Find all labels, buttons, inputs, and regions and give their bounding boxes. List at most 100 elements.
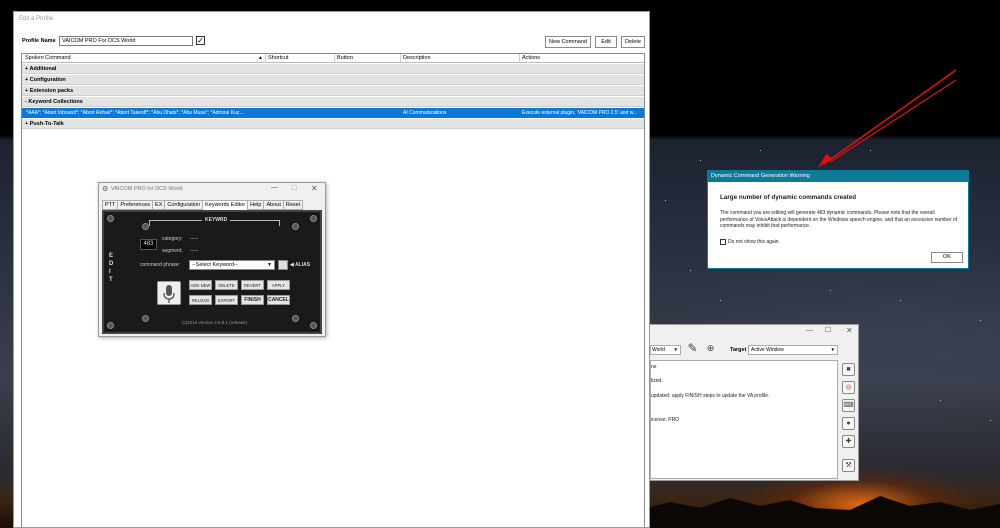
maximize-icon[interactable]: ☐ — [291, 184, 297, 192]
tab-ptt[interactable]: PTT — [102, 200, 119, 210]
new-command-button[interactable]: New Command — [545, 36, 591, 48]
log-panel: ne lized. updated: apply FINISH steps to… — [650, 360, 838, 479]
group-keyword-collections[interactable]: - Keyword Collections — [22, 97, 644, 107]
keyboard-icon[interactable]: ⌨ — [842, 399, 855, 412]
dialog-heading: Large number of dynamic commands created — [720, 194, 857, 201]
screw-icon — [310, 215, 317, 222]
group-push-to-talk[interactable]: + Push-To-Talk — [22, 119, 644, 129]
voiceattack-window: — ☐ ✕ World ▼ ✎ ⊕ Target Active Window ▼… — [649, 324, 859, 481]
profile-enabled-checkbox[interactable]: ✓ — [196, 36, 205, 45]
target-select[interactable]: Active Window ▼ — [748, 345, 838, 355]
keyword-select[interactable]: --Select Keyword-- ▼ — [189, 260, 275, 270]
dialog-title: Dynamic Command Generation Warning — [708, 171, 968, 182]
minimize-icon[interactable]: — — [806, 327, 813, 334]
delete-button[interactable]: Delete — [621, 36, 645, 48]
alias-label: ◀ ALIAS — [290, 262, 311, 268]
column-button[interactable]: Button — [337, 55, 353, 61]
mouse-icon[interactable]: ● — [842, 417, 855, 430]
keyword-header: KEYWRD — [202, 217, 231, 223]
screw-icon — [107, 322, 114, 329]
do-not-show-label: Do not show this again. — [728, 239, 780, 245]
screw-icon — [142, 223, 149, 230]
category-value: ----- — [190, 236, 199, 242]
target-label: Target — [730, 347, 747, 353]
vaicom-window: ⚙ VAICOM PRO for DCS World — ☐ ✕ PTT Pre… — [98, 182, 326, 337]
tab-configuration[interactable]: Configuration — [164, 200, 204, 210]
column-shortcut[interactable]: Shortcut — [268, 55, 288, 61]
chevron-down-icon: ▼ — [830, 347, 835, 352]
screw-icon — [292, 223, 299, 230]
group-extension-packs[interactable]: + Extension packs — [22, 86, 644, 96]
log-line: icense: PRO — [651, 417, 680, 423]
window-title: Edit a Profile — [19, 16, 54, 22]
dialog-message: The command you are editing will generat… — [720, 210, 958, 229]
profile-name-input[interactable]: VAICOM PRO For DCS World — [59, 36, 193, 46]
stop-icon[interactable]: ■ — [842, 363, 855, 376]
apply-button[interactable]: APPLY — [267, 280, 290, 290]
log-line: ne — [651, 364, 657, 370]
minimize-icon[interactable]: — — [271, 184, 278, 191]
screw-icon — [310, 322, 317, 329]
profile-select[interactable]: World ▼ — [650, 345, 681, 355]
log-line: lized. — [651, 378, 663, 384]
row-actions: Execute external plugin, 'VAICOM PRO 2.5… — [522, 110, 638, 116]
chevron-down-icon: ▼ — [267, 262, 272, 268]
column-description[interactable]: Description — [403, 55, 431, 61]
finish-button[interactable]: FINISH — [241, 295, 264, 305]
close-icon[interactable]: ✕ — [311, 184, 318, 193]
column-actions[interactable]: Actions — [522, 55, 540, 61]
profile-select-value: World — [652, 347, 665, 353]
microphone-icon — [163, 285, 175, 303]
edit-button[interactable]: Edit — [595, 36, 617, 48]
add-profile-icon[interactable]: ⊕ — [703, 342, 718, 356]
tab-keywords-editor[interactable]: Keywords Editor — [202, 200, 249, 210]
tab-ex[interactable]: EX — [152, 200, 166, 210]
tab-about[interactable]: About — [263, 200, 284, 210]
wrench-icon[interactable]: ⚒ — [842, 459, 855, 472]
profile-name-label: Profile Name — [22, 38, 56, 44]
tab-help[interactable]: Help — [247, 200, 265, 210]
vaicom-tabs: PTT Preferences EX Configuration Keyword… — [102, 200, 304, 210]
revert-button[interactable]: REVERT — [241, 280, 264, 290]
alias-input[interactable] — [278, 260, 288, 270]
category-label: category: — [162, 236, 183, 242]
vaicom-app-icon: ⚙ — [102, 186, 109, 193]
vaicom-title: VAICOM PRO for DCS World — [111, 186, 183, 192]
delete-keyword-button[interactable]: DELETE — [215, 280, 238, 290]
maximize-icon[interactable]: ☐ — [825, 326, 831, 334]
screw-icon — [292, 315, 299, 322]
mountain-silhouette — [640, 496, 1000, 528]
target-select-value: Active Window — [751, 347, 784, 353]
tab-reset[interactable]: Reset — [282, 200, 304, 210]
keywords-editor-panel: KEYWRD E D I T 483 category: ----- segme… — [102, 210, 322, 334]
close-icon[interactable]: ✕ — [846, 326, 853, 335]
edit-profile-icon[interactable]: ✎ — [685, 342, 700, 356]
group-additional[interactable]: + Additional — [22, 64, 644, 74]
add-new-button[interactable]: ADD NEW — [189, 280, 212, 290]
sort-indicator: ▲ — [258, 55, 263, 61]
row-spoken-command: *AAA*; *Abort Inbound*; *Abort Refuel*; … — [26, 110, 244, 116]
cancel-button[interactable]: CANCEL — [267, 295, 290, 305]
tab-preferences[interactable]: Preferences — [117, 200, 154, 210]
ok-button[interactable]: OK — [931, 252, 963, 263]
microphone-button[interactable] — [157, 281, 181, 305]
gamepad-icon[interactable]: ✚ — [842, 435, 855, 448]
column-spoken-command[interactable]: Spoken Command — [25, 55, 71, 61]
group-configuration[interactable]: + Configuration — [22, 75, 644, 85]
headset-icon[interactable]: ◎ — [842, 381, 855, 394]
command-phrase-label: command phrase: — [140, 262, 181, 268]
log-line: updated: apply FINISH steps to update th… — [651, 393, 770, 399]
screw-icon — [107, 215, 114, 222]
version-text: (c)2019 version 2.5.9.1 (release) — [182, 320, 248, 325]
table-header: Spoken Command ▲ Shortcut Button Descrip… — [22, 54, 644, 63]
export-button[interactable]: EXPORT — [215, 295, 238, 305]
table-row-selected[interactable]: *AAA*; *Abort Inbound*; *Abort Refuel*; … — [22, 108, 644, 118]
do-not-show-checkbox[interactable] — [720, 239, 726, 245]
dynamic-command-warning-dialog: Dynamic Command Generation Warning Large… — [707, 170, 969, 269]
screw-icon — [142, 315, 149, 322]
red-arrow-annotation — [818, 69, 957, 168]
keyword-select-value: --Select Keyword-- — [192, 262, 238, 268]
alias-label-text: ALIAS — [295, 262, 311, 268]
reload-button[interactable]: RELOAD — [189, 295, 212, 305]
segment-label: segment: — [162, 248, 183, 254]
